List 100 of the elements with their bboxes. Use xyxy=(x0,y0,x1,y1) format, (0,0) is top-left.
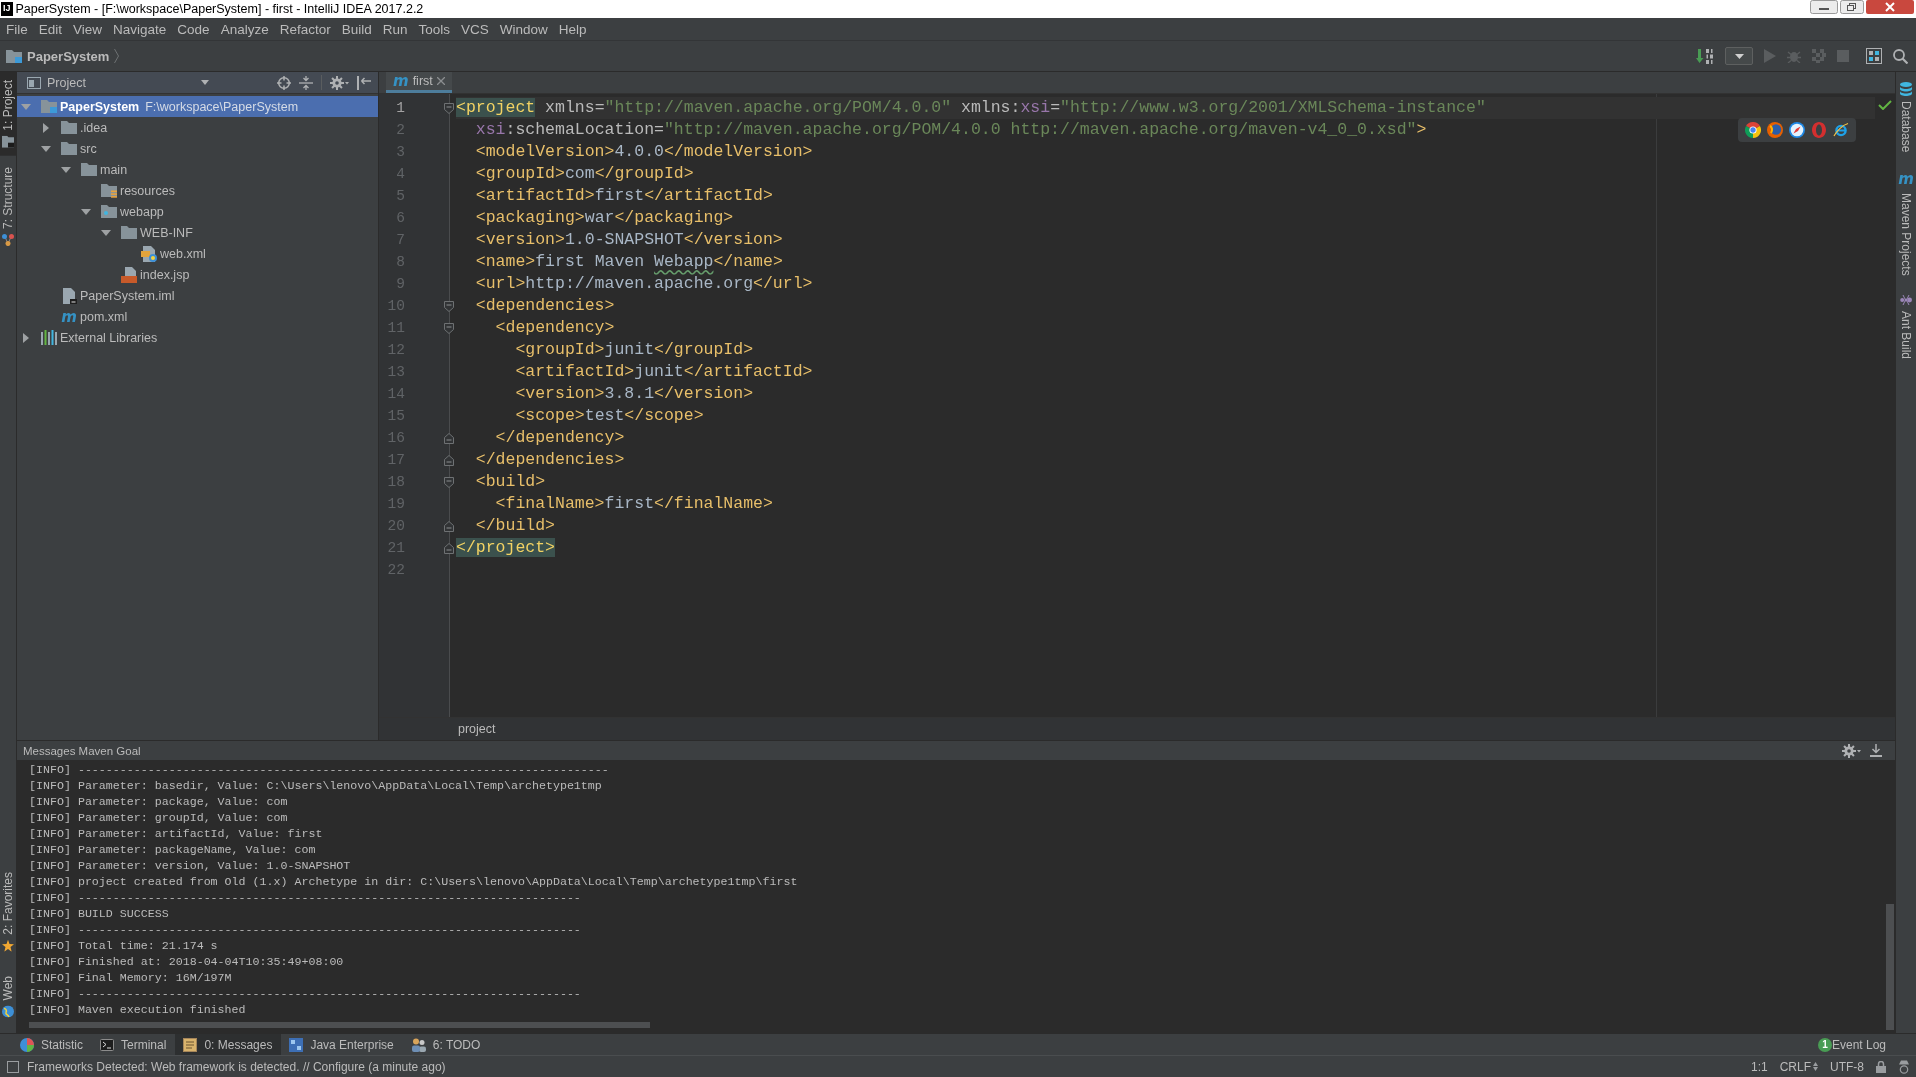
triangle-down-icon[interactable] xyxy=(61,166,71,173)
run-config-dropdown[interactable] xyxy=(1725,47,1753,65)
menu-item[interactable]: Build xyxy=(335,19,377,39)
editor-tab[interactable]: m first xyxy=(386,72,452,93)
settings-icon[interactable] xyxy=(330,75,349,90)
arrow-to-bottom-icon[interactable] xyxy=(1870,744,1882,757)
code-line: <version>1.0-SNAPSHOT</version> xyxy=(474,229,783,251)
caret-position[interactable]: 1:1 xyxy=(1750,1059,1768,1074)
fold-marker-icon[interactable] xyxy=(444,322,454,334)
hat-figure-icon[interactable] xyxy=(1898,1059,1910,1074)
binary-arrow-icon[interactable] xyxy=(1696,48,1714,64)
grid-window-icon[interactable] xyxy=(1866,48,1882,64)
tree-item[interactable]: PaperSystem.iml xyxy=(17,285,378,306)
tool-window-button[interactable]: 1: Project xyxy=(0,72,16,156)
tree-item[interactable]: web.xml xyxy=(17,243,378,264)
menu-item[interactable]: Analyze xyxy=(214,19,274,39)
orbit-icon[interactable] xyxy=(1833,122,1849,138)
tool-window-button[interactable]: 6: TODO xyxy=(402,1034,490,1055)
tool-window-button[interactable]: 2: Favorites xyxy=(0,863,16,960)
menu-item[interactable]: Code xyxy=(171,19,215,39)
fold-marker-icon[interactable] xyxy=(444,542,454,554)
tree-item[interactable]: webapp xyxy=(17,201,378,222)
tool-window-button[interactable]: 7: Structure xyxy=(0,158,16,254)
square-icon[interactable] xyxy=(7,1060,19,1073)
line-separator[interactable]: CRLF xyxy=(1779,1059,1818,1074)
pie-chart-icon xyxy=(20,1037,34,1052)
tree-item[interactable]: .idea xyxy=(17,117,378,138)
tool-window-button[interactable]: m Maven Projects xyxy=(1898,164,1914,283)
tool-window-button[interactable]: Web xyxy=(0,967,16,1025)
fold-marker-icon[interactable] xyxy=(444,300,454,312)
fold-marker-icon[interactable] xyxy=(444,102,454,114)
menu-item[interactable]: View xyxy=(67,19,108,39)
triangle-down-icon[interactable] xyxy=(41,145,51,152)
crosshair-icon[interactable] xyxy=(277,75,291,90)
menu-item[interactable]: Window xyxy=(493,19,553,39)
code-line: <dependencies> xyxy=(474,295,615,317)
menu-item[interactable]: Run xyxy=(376,19,413,39)
status-message: Frameworks Detected: Web framework is detected. // Configure (a minute ago) xyxy=(27,1059,446,1074)
tree-item[interactable]: WEB-INF xyxy=(17,222,378,243)
encoding[interactable]: UTF-8 xyxy=(1830,1059,1864,1074)
scrollbar-thumb[interactable] xyxy=(29,1022,650,1028)
ring-icon[interactable] xyxy=(1811,122,1827,138)
tree-item[interactable]: External Libraries xyxy=(17,327,378,348)
log-line: [INFO] Parameter: package, Value: com xyxy=(29,794,288,810)
document-icon xyxy=(183,1037,198,1052)
fold-marker-icon[interactable] xyxy=(444,454,454,466)
breadcrumb[interactable]: project xyxy=(458,722,496,736)
code-line: <packaging>war</packaging> xyxy=(474,207,734,229)
menu-item[interactable]: Refactor xyxy=(273,19,336,39)
menu-item[interactable]: Edit xyxy=(32,19,68,39)
close-icon[interactable] xyxy=(1866,0,1914,14)
tool-window-button[interactable]: Database xyxy=(1898,76,1914,159)
fold-marker-icon[interactable] xyxy=(444,520,454,532)
fold-marker-icon[interactable] xyxy=(444,476,454,488)
globe-icon[interactable] xyxy=(1767,122,1783,138)
scrollbar-thumb[interactable] xyxy=(1886,904,1894,1030)
close-icon[interactable] xyxy=(436,77,445,85)
settings-icon[interactable] xyxy=(1842,743,1861,758)
menu-item[interactable]: File xyxy=(0,19,33,39)
tree-item[interactable]: index.jsp xyxy=(17,264,378,285)
window-title: PaperSystem - [F:\workspace\PaperSystem] - first - IntelliJ IDEA 2017.2.2 xyxy=(15,2,424,16)
log-line: [INFO] Total time: 21.174 s xyxy=(29,938,218,954)
tree-item[interactable]: PaperSystem F:\workspace\PaperSystem xyxy=(17,96,378,117)
tree-item[interactable]: src xyxy=(17,138,378,159)
view-selector[interactable]: Project xyxy=(27,75,209,90)
folder-icon xyxy=(101,183,117,198)
fold-marker-icon[interactable] xyxy=(444,432,454,444)
tool-window-button[interactable]: Terminal xyxy=(92,1034,176,1055)
folder-icon xyxy=(6,49,22,63)
tool-window-button[interactable]: 0: Messages xyxy=(175,1034,282,1055)
tree-item[interactable]: m pom.xml xyxy=(17,306,378,327)
minimize-icon[interactable] xyxy=(1810,0,1838,14)
triangle-right-icon[interactable] xyxy=(43,122,49,133)
globe-icon xyxy=(2,1005,14,1017)
tree-item[interactable]: resources xyxy=(17,180,378,201)
menu-item[interactable]: VCS xyxy=(455,19,494,39)
collapse-icon[interactable] xyxy=(299,75,313,90)
breadcrumb[interactable]: PaperSystem xyxy=(6,48,120,64)
tree-item[interactable]: main xyxy=(17,159,378,180)
tool-window-button[interactable]: Java Enterprise xyxy=(281,1034,403,1055)
menu-item[interactable]: Navigate xyxy=(107,19,172,39)
code-line: <scope>test</scope> xyxy=(514,405,704,427)
triangle-down-icon[interactable] xyxy=(81,208,91,215)
lock-icon[interactable] xyxy=(1876,1060,1886,1073)
code-line: <groupId>junit</groupId> xyxy=(514,339,754,361)
triangle-down-icon[interactable] xyxy=(101,229,111,236)
code-line: <finalName>first</finalName> xyxy=(494,493,773,515)
segmented-circle-icon[interactable] xyxy=(1745,122,1761,138)
search-icon[interactable] xyxy=(1893,48,1908,64)
triangle-right-icon[interactable] xyxy=(23,332,29,343)
tool-window-button[interactable]: Ant Build xyxy=(1898,288,1914,366)
event-log-button[interactable]: 1 Event Log xyxy=(1817,1034,1886,1055)
tool-window-button[interactable]: Statistic xyxy=(12,1034,92,1055)
menu-item[interactable]: Tools xyxy=(412,19,455,39)
code-line: <groupId>com</groupId> xyxy=(474,163,694,185)
restore-icon[interactable] xyxy=(1840,0,1864,14)
star-icon xyxy=(2,939,14,952)
menu-item[interactable]: Help xyxy=(552,19,592,39)
arrow-left-bar-icon[interactable] xyxy=(357,75,371,90)
compass-icon[interactable] xyxy=(1789,122,1805,138)
